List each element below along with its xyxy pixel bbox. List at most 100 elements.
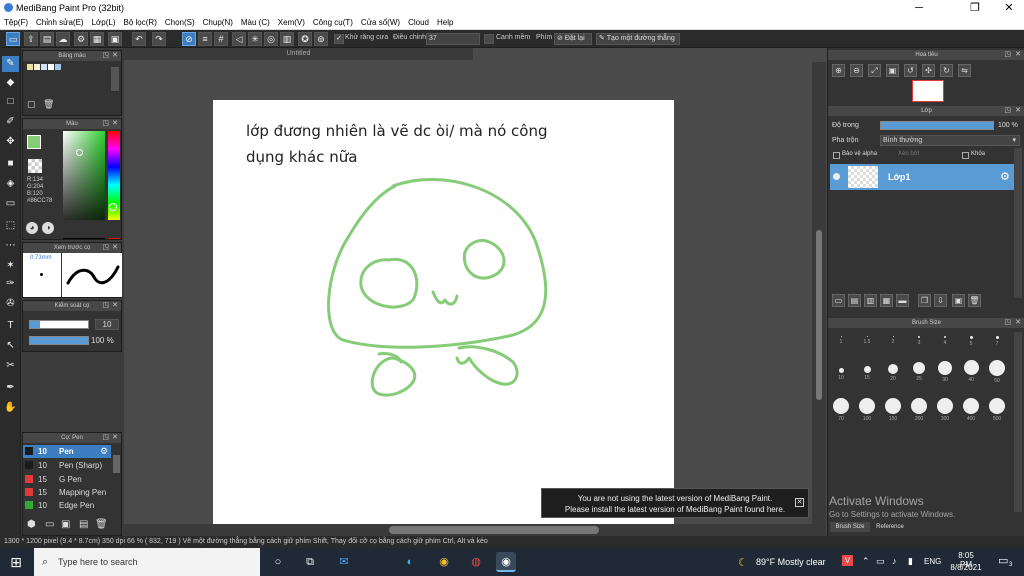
palette-delete-icon[interactable]: 🗑	[43, 99, 54, 110]
brush-size-preset[interactable]: 4	[934, 336, 956, 346]
notification-center-icon[interactable]: ▭	[998, 554, 1008, 567]
brush-size-scrollbar[interactable]	[1014, 332, 1022, 512]
hue-slider-handle[interactable]	[109, 203, 117, 211]
text-tool-icon[interactable]: T	[2, 318, 19, 334]
network-icon[interactable]: ▭	[876, 556, 885, 567]
edge-icon[interactable]: ◐	[400, 552, 420, 572]
zoom-in-icon[interactable]: ⊕	[832, 64, 845, 77]
fill-tool-icon[interactable]: ■	[2, 156, 19, 172]
brush-list-close-icon[interactable]: ✕	[112, 433, 118, 443]
weather-text[interactable]: 89°F Mostly clear	[756, 557, 826, 567]
settings-icon[interactable]: ⚙	[74, 32, 88, 46]
menu-color[interactable]: Màu (C)	[241, 18, 270, 27]
brush-preview-float-icon[interactable]: ◳	[102, 243, 109, 253]
rotate-reset-icon[interactable]: ✣	[922, 64, 935, 77]
layer-scrollbar[interactable]	[1014, 148, 1022, 298]
new-canvas-icon[interactable]: ▭	[6, 32, 20, 46]
brush-add-icon[interactable]: ⬢	[27, 519, 36, 530]
navigator-float-icon[interactable]: ◳	[1004, 50, 1011, 60]
brush-size-float-icon[interactable]: ◳	[1004, 318, 1011, 328]
palette-swatch[interactable]	[55, 64, 61, 70]
layer-blend-select[interactable]: Bình thường ▾	[880, 135, 1020, 146]
bucket-tool-icon[interactable]: ◈	[2, 176, 19, 192]
lasso-tool-icon[interactable]: ⋯	[2, 238, 19, 254]
palette-close-icon[interactable]: ✕	[112, 51, 118, 61]
canvas-tab[interactable]: Untitled	[124, 48, 473, 60]
medibang-taskbar-icon[interactable]: ◉	[496, 552, 516, 572]
brush-size-close-icon[interactable]: ✕	[1015, 318, 1021, 328]
snap-target-icon[interactable]: ⊚	[314, 32, 328, 46]
snap-settings-icon[interactable]: ✪	[298, 32, 312, 46]
menu-tools[interactable]: Công cụ(T)	[313, 18, 353, 27]
brush-opacity-slider[interactable]	[29, 336, 89, 345]
notification-close-icon[interactable]: ✕	[795, 498, 804, 507]
task-view-icon[interactable]: ⧉	[300, 552, 320, 572]
divide-tool-icon[interactable]: ✂	[2, 358, 19, 374]
clock-date[interactable]: 8/8/2021	[950, 563, 982, 572]
merge-layer-icon[interactable]: ⇩	[934, 294, 947, 307]
zoom-out-icon[interactable]: ⊖	[850, 64, 863, 77]
brush-list-item[interactable]: 15 Mapping Pen	[23, 486, 111, 499]
redo-icon[interactable]: ↷	[152, 32, 166, 46]
snap-parallel-icon[interactable]: ≡	[198, 32, 212, 46]
cortana-icon[interactable]: ○	[268, 552, 288, 572]
cloud-save-icon[interactable]: ☁	[56, 32, 70, 46]
layer-float-icon[interactable]: ◳	[1004, 106, 1011, 116]
actual-size-icon[interactable]: ▣	[886, 64, 899, 77]
brush-size-preset[interactable]: 70	[830, 398, 852, 422]
windows-start-icon[interactable]: ⊞	[6, 552, 26, 572]
brush-tool-icon[interactable]: ✎	[2, 56, 19, 72]
brush-import-icon[interactable]: ▤	[79, 519, 88, 530]
color-close-icon[interactable]: ✕	[112, 119, 118, 129]
brush-size-preset[interactable]: 200	[908, 398, 930, 422]
menu-cloud[interactable]: Cloud	[408, 18, 429, 27]
operation-tool-icon[interactable]: ↖	[2, 338, 19, 354]
tab-brush-size[interactable]: Brush Size	[830, 522, 870, 532]
brush-delete-icon[interactable]: 🗑	[95, 519, 108, 530]
new-layer-icon[interactable]: ▭	[832, 294, 845, 307]
undo-icon[interactable]: ↶	[132, 32, 146, 46]
dot-tool-icon[interactable]: □	[2, 94, 19, 110]
brush-size-preset[interactable]: 25	[908, 362, 930, 382]
brush-list-float-icon[interactable]: ◳	[102, 433, 109, 443]
open-icon[interactable]: ⇪	[24, 32, 38, 46]
menu-help[interactable]: Help	[437, 18, 453, 27]
brush-size-preset[interactable]: 50	[986, 360, 1008, 384]
brush-size-preset[interactable]: 20	[882, 364, 904, 382]
new-folder-icon[interactable]: ▬	[896, 294, 909, 307]
brush-size-preset[interactable]: 30	[934, 361, 956, 383]
brush-list-item[interactable]: 10 Pen ⚙	[23, 445, 111, 458]
brush-size-preset[interactable]: 400	[960, 398, 982, 422]
drawing-canvas[interactable]: lớp đương nhiên là vẽ dc òi/ mà nó công …	[213, 100, 674, 524]
protect-alpha-checkbox[interactable]	[833, 152, 840, 159]
rotate-right-icon[interactable]: ↻	[940, 64, 953, 77]
navigator-thumbnail[interactable]	[912, 80, 944, 102]
volume-icon[interactable]: ♪	[892, 556, 897, 566]
brush-size-preset[interactable]: 1.5	[856, 336, 878, 345]
antialias-checkbox[interactable]: ✓	[334, 34, 344, 44]
canvas-horizontal-scroll-thumb[interactable]	[389, 526, 599, 534]
menu-view[interactable]: Xem(V)	[278, 18, 305, 27]
eyedropper-tool-icon[interactable]: ✒	[2, 380, 19, 396]
lock-checkbox[interactable]	[962, 152, 969, 159]
tray-up-icon[interactable]: ⌃	[862, 556, 870, 567]
canvas-vertical-scrollbar[interactable]	[816, 230, 822, 400]
color-history-icon[interactable]: ◑	[42, 222, 54, 234]
mail-icon[interactable]: ✉	[334, 552, 354, 572]
foreground-color-swatch[interactable]	[27, 135, 41, 149]
menu-filter[interactable]: Bộ lọc(R)	[124, 18, 157, 27]
duplicate-layer-icon[interactable]: ❐	[918, 294, 931, 307]
save-icon[interactable]: ▤	[40, 32, 54, 46]
brush-size-preset[interactable]: 1	[830, 336, 852, 345]
layer-settings-icon[interactable]: ⚙	[1000, 170, 1010, 183]
brush-control-close-icon[interactable]: ✕	[112, 301, 118, 311]
maximize-button[interactable]: ❐	[960, 0, 990, 16]
new-1bit-layer-icon[interactable]: ▦	[880, 294, 893, 307]
layout-icon[interactable]: ▦	[90, 32, 104, 46]
menu-file[interactable]: Tệp(F)	[4, 18, 28, 27]
brush-size-preset[interactable]: 100	[856, 398, 878, 422]
brush-control-float-icon[interactable]: ◳	[102, 301, 109, 311]
blur-tool-icon[interactable]: ✐	[2, 114, 19, 130]
palette-swatch[interactable]	[34, 64, 40, 70]
hand-correction-checkbox[interactable]	[484, 34, 494, 44]
